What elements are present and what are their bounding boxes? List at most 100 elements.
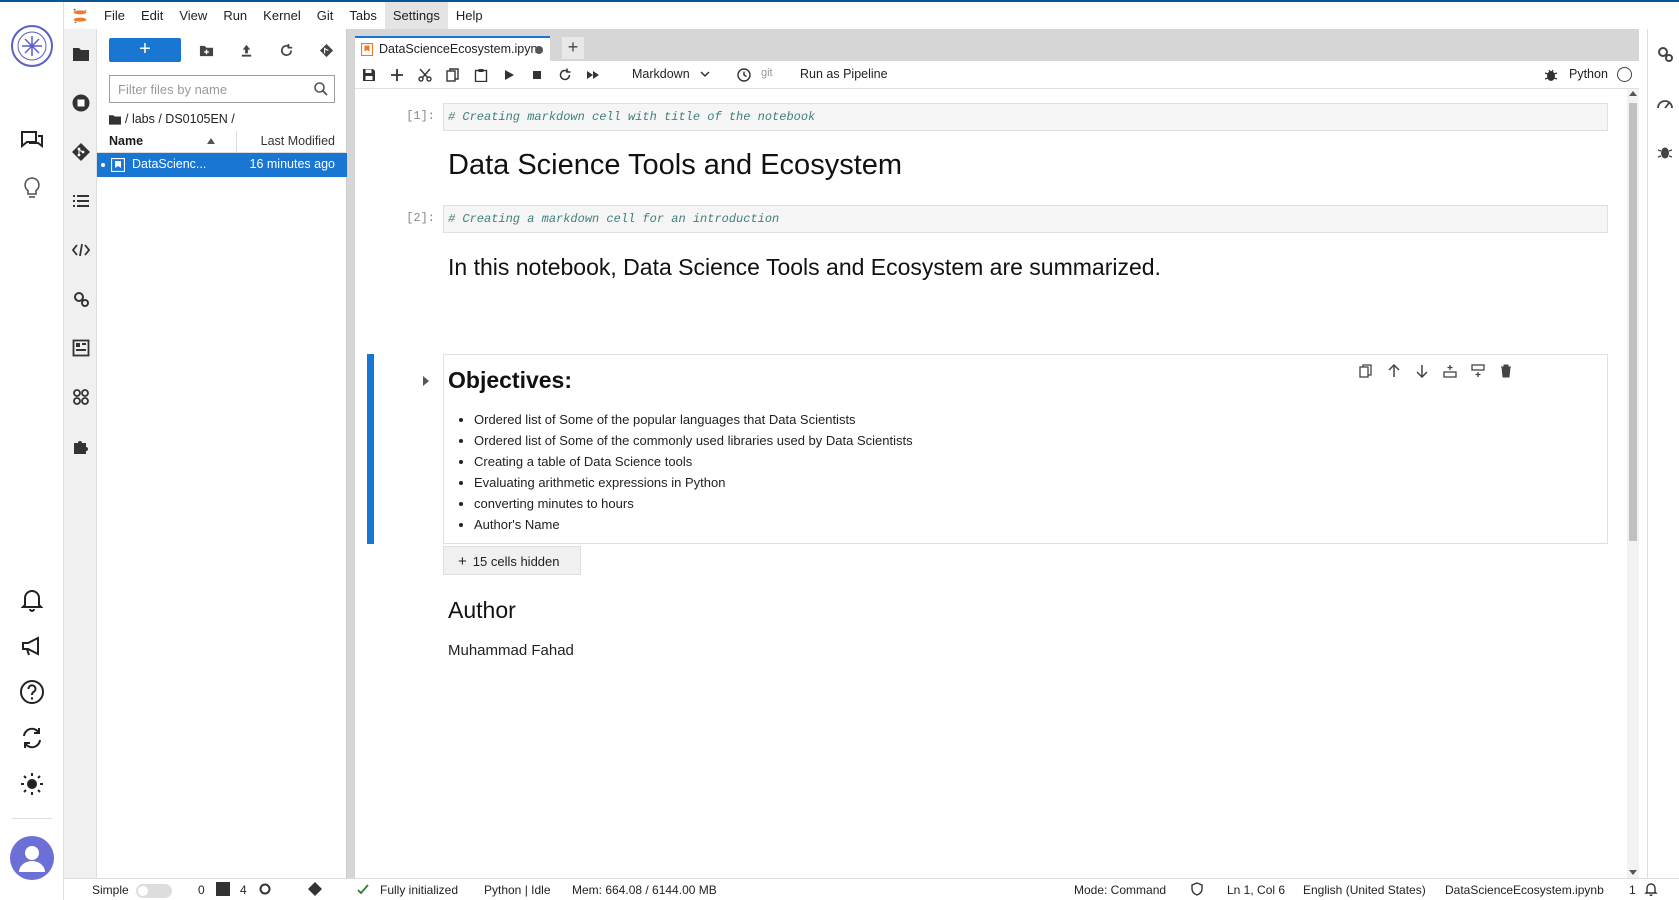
menu-tabs[interactable]: Tabs <box>341 2 384 29</box>
terminal-icon[interactable] <box>216 882 230 896</box>
file-browser-folder-icon[interactable] <box>68 41 93 66</box>
upload-icon[interactable] <box>237 41 255 59</box>
new-launcher-button[interactable]: + <box>109 38 181 62</box>
git-clone-icon[interactable] <box>317 41 335 59</box>
trusted-shield-icon[interactable] <box>1190 882 1204 899</box>
insert-above-icon[interactable] <box>1469 362 1487 380</box>
tab-notebook[interactable]: DataScienceEcosystem.ipyn <box>355 36 550 61</box>
chat-icon[interactable] <box>14 122 50 158</box>
insert-cell-plus-icon[interactable] <box>388 66 406 84</box>
restart-run-all-fast-forward-icon[interactable] <box>584 66 602 84</box>
column-header-last-modified[interactable]: Last Modified <box>261 134 335 148</box>
notification-count[interactable]: 1 <box>1629 883 1636 897</box>
run-as-pipeline-button[interactable]: Run as Pipeline <box>800 67 888 81</box>
show-hidden-cells-button[interactable]: +15 cells hidden <box>443 546 581 575</box>
delete-cell-trash-icon[interactable] <box>1497 362 1515 380</box>
menu-help[interactable]: Help <box>448 2 491 29</box>
collapse-heading-caret-icon[interactable] <box>423 376 429 386</box>
simple-mode-toggle[interactable] <box>136 884 172 898</box>
menu-run[interactable]: Run <box>215 2 255 29</box>
debugger-bug-icon[interactable] <box>1543 67 1559 83</box>
vertical-scrollbar[interactable] <box>1627 89 1639 878</box>
menu-kernel[interactable]: Kernel <box>255 2 309 29</box>
theme-sun-icon[interactable] <box>14 766 50 802</box>
running-stop-icon[interactable] <box>68 90 93 115</box>
simple-mode-label: Simple <box>92 883 129 897</box>
terminals-count[interactable]: 0 <box>198 883 205 897</box>
cell-collapser[interactable] <box>367 354 374 544</box>
git-diff-label[interactable]: git <box>761 67 773 79</box>
move-up-arrow-icon[interactable] <box>1385 362 1403 380</box>
unsaved-dot-icon[interactable] <box>535 46 543 54</box>
add-tab-button[interactable]: + <box>562 37 584 59</box>
extension-settings-gears-icon[interactable] <box>68 286 93 311</box>
megaphone-icon[interactable] <box>14 628 50 664</box>
tab-bar: DataScienceEcosystem.ipyn + <box>347 29 1639 61</box>
clock-history-icon[interactable] <box>735 66 753 84</box>
git-icon[interactable] <box>68 139 93 164</box>
save-icon[interactable] <box>360 66 378 84</box>
check-icon <box>356 882 370 899</box>
cursor-position[interactable]: Ln 1, Col 6 <box>1227 883 1285 897</box>
sync-icon[interactable] <box>14 720 50 756</box>
cell-prompt: [2]: <box>406 211 435 225</box>
insert-below-icon[interactable] <box>1441 362 1459 380</box>
help-icon[interactable] <box>14 674 50 710</box>
refresh-icon[interactable] <box>277 41 295 59</box>
restart-kernel-icon[interactable] <box>556 66 574 84</box>
code-cell-editor[interactable]: # Creating markdown cell with title of t… <box>443 103 1608 131</box>
file-browser-panel: + / labs / DS0105EN / Name Last Modified… <box>97 29 347 878</box>
menu-edit[interactable]: Edit <box>133 2 171 29</box>
property-gears-icon[interactable] <box>1654 43 1676 65</box>
command-palette-icon[interactable] <box>68 384 93 409</box>
extension-manager-puzzle-icon[interactable] <box>68 433 93 458</box>
table-of-contents-icon[interactable] <box>68 188 93 213</box>
kernel-name-button[interactable]: Python <box>1569 67 1608 81</box>
status-bar: Simple 0 4 Fully initialized Python | Id… <box>64 878 1679 900</box>
kernel-gear-icon[interactable] <box>258 882 272 899</box>
git-status-icon[interactable] <box>308 882 322 899</box>
scroll-down-arrow-icon[interactable] <box>1629 870 1637 875</box>
property-inspector-icon[interactable] <box>68 335 93 360</box>
new-folder-icon[interactable] <box>197 41 215 59</box>
notebook-title-heading: Data Science Tools and Ecosystem <box>448 149 903 181</box>
duplicate-cell-icon[interactable] <box>1357 362 1375 380</box>
debugger-bug-icon[interactable] <box>1654 141 1676 163</box>
breadcrumb-path[interactable]: / labs / DS0105EN / <box>125 109 235 129</box>
resource-usage-gauge-icon[interactable] <box>1654 93 1676 115</box>
menu-git[interactable]: Git <box>309 2 342 29</box>
main-dock-area: DataScienceEcosystem.ipyn + Markdown git… <box>347 29 1639 878</box>
column-header-name[interactable]: Name <box>109 134 143 148</box>
run-cell-play-icon[interactable] <box>500 66 518 84</box>
kernel-status-text[interactable]: Python | Idle <box>484 883 551 897</box>
code-cell-editor[interactable]: # Creating a markdown cell for an introd… <box>443 205 1608 233</box>
file-list-item[interactable]: DataScienc... 16 minutes ago <box>97 153 347 177</box>
cell-type-select[interactable]: Markdown <box>632 67 690 81</box>
notebook-panel: Markdown git Run as Pipeline Python [1]:… <box>355 61 1639 878</box>
app-logo-icon[interactable] <box>10 24 54 68</box>
scroll-up-arrow-icon[interactable] <box>1629 91 1637 96</box>
code-snippets-icon[interactable] <box>68 237 93 262</box>
menu-file[interactable]: File <box>96 2 133 29</box>
move-down-arrow-icon[interactable] <box>1413 362 1431 380</box>
scrollbar-thumb[interactable] <box>1629 103 1637 541</box>
menu-settings[interactable]: Settings <box>384 2 448 29</box>
list-item: Author's Name <box>474 514 913 535</box>
menu-view[interactable]: View <box>171 2 215 29</box>
lightbulb-icon[interactable] <box>14 170 50 206</box>
copy-icon[interactable] <box>444 66 462 84</box>
interrupt-stop-icon[interactable] <box>528 66 546 84</box>
display-language[interactable]: English (United States) <box>1303 883 1426 897</box>
filter-files-input[interactable] <box>109 75 335 103</box>
notification-bell-icon[interactable] <box>1644 882 1658 899</box>
breadcrumb[interactable]: / labs / DS0105EN / <box>109 109 235 129</box>
objectives-list: Ordered list of Some of the popular lang… <box>474 409 913 535</box>
user-avatar-icon[interactable] <box>10 836 54 880</box>
notifications-bell-icon[interactable] <box>14 582 50 618</box>
folder-icon <box>109 114 121 125</box>
cut-scissors-icon[interactable] <box>416 66 434 84</box>
paste-clipboard-icon[interactable] <box>472 66 490 84</box>
notebook-tab-icon <box>361 43 373 56</box>
file-last-modified: 16 minutes ago <box>249 157 335 171</box>
kernels-count[interactable]: 4 <box>240 883 247 897</box>
